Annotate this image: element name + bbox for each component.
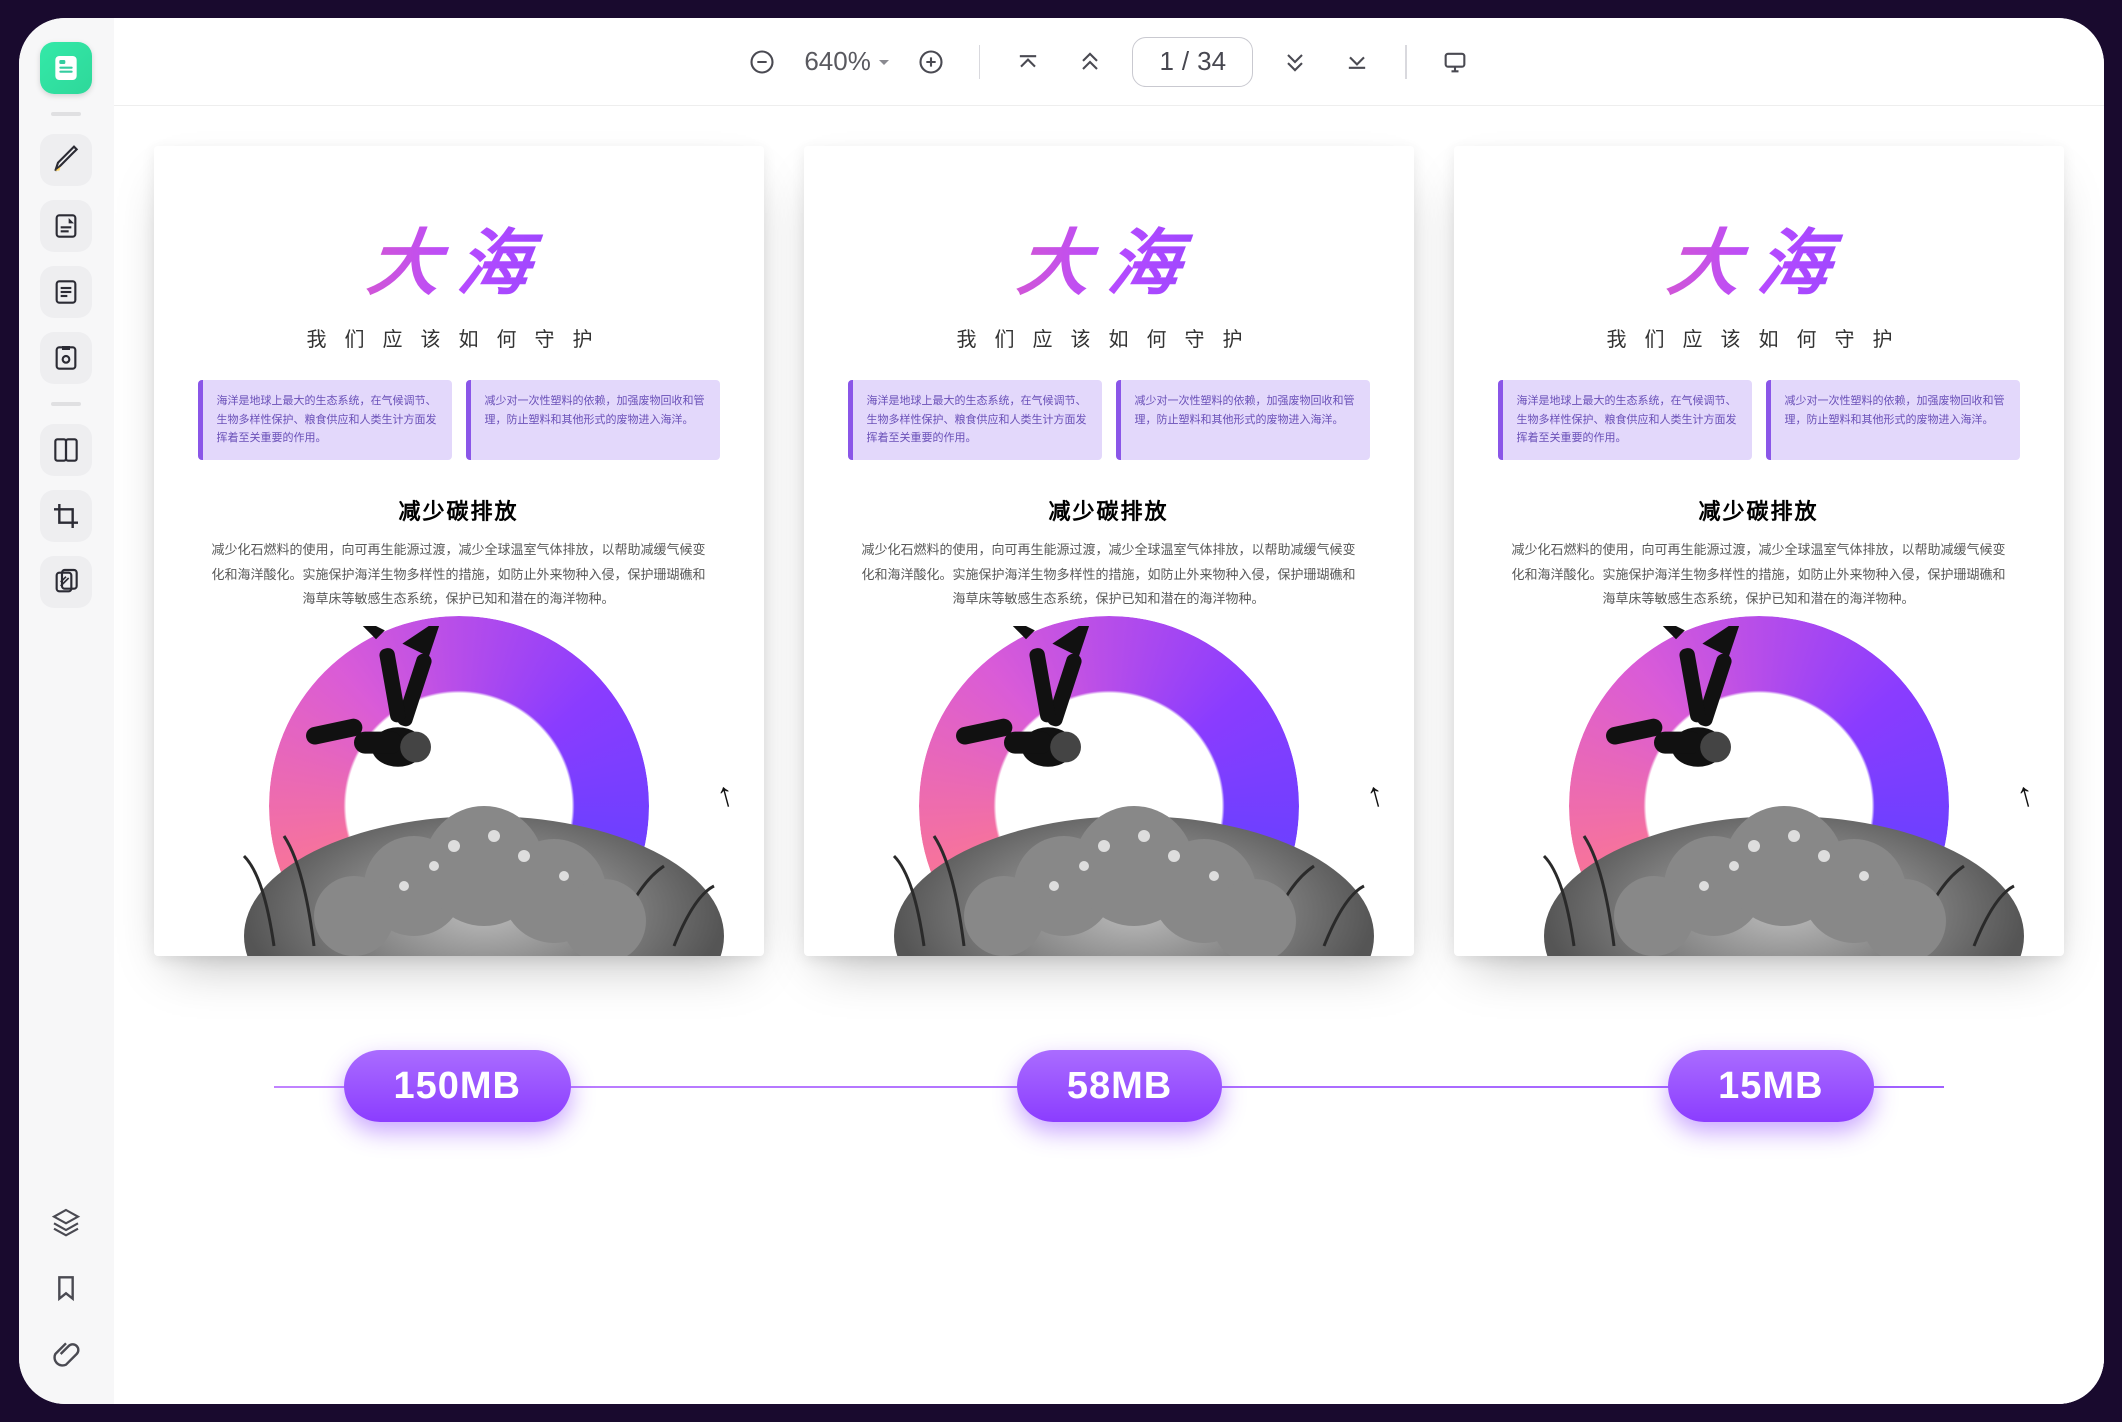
main-area: 640% 1 / 34 xyxy=(114,18,2104,1404)
doc-subtitle: 我们应该如何守护 xyxy=(198,323,720,352)
brand-logo[interactable] xyxy=(40,42,92,94)
document-preview-1[interactable]: 大海 我们应该如何守护 海洋是地球上最大的生态系统，在气候调节、生物多样性保护、… xyxy=(154,146,764,956)
sidebar-bookmark[interactable] xyxy=(40,1262,92,1314)
last-page-icon xyxy=(1343,48,1371,76)
zoom-level: 640% xyxy=(804,46,871,77)
compare-icon xyxy=(50,434,82,466)
zoom-out-icon xyxy=(748,48,776,76)
separator xyxy=(1405,45,1407,79)
book-icon xyxy=(50,52,82,84)
section-title: 减少碳排放 xyxy=(1498,494,2020,526)
crop-icon xyxy=(50,500,82,532)
info-box-left: 海洋是地球上最大的生态系统，在气候调节、生物多样性保护、粮食供应和人类生计方面发… xyxy=(198,380,452,460)
file-size-badge-2: 58MB xyxy=(1017,1050,1222,1122)
info-box-left: 海洋是地球上最大的生态系统，在气候调节、生物多样性保护、粮食供应和人类生计方面发… xyxy=(1498,380,1752,460)
section-title: 减少碳排放 xyxy=(198,494,720,526)
outline-icon xyxy=(50,276,82,308)
zoom-in-button[interactable] xyxy=(911,42,951,82)
last-page-button[interactable] xyxy=(1337,42,1377,82)
info-box-right: 减少对一次性塑料的依赖，加强废物回收和管理，防止塑料和其他形式的废物进入海洋。 xyxy=(1116,380,1370,460)
zoom-in-icon xyxy=(917,48,945,76)
fill-form-icon xyxy=(50,342,82,374)
hero-image: ↑ xyxy=(154,576,764,956)
sidebar-compare[interactable] xyxy=(40,424,92,476)
prev-page-icon xyxy=(1076,48,1104,76)
sidebar-fill-form[interactable] xyxy=(40,332,92,384)
info-box-left: 海洋是地球上最大的生态系统，在气候调节、生物多样性保护、粮食供应和人类生计方面发… xyxy=(848,380,1102,460)
doc-subtitle: 我们应该如何守护 xyxy=(848,323,1370,352)
first-page-icon xyxy=(1014,48,1042,76)
present-icon xyxy=(1441,48,1469,76)
bookmark-icon xyxy=(50,1272,82,1304)
zoom-select[interactable]: 640% xyxy=(804,46,889,77)
doc-title: 大海 xyxy=(192,204,725,309)
file-size-badge-3: 15MB xyxy=(1668,1050,1873,1122)
zoom-out-button[interactable] xyxy=(742,42,782,82)
sidebar-crop[interactable] xyxy=(40,490,92,542)
hero-image: ↑ xyxy=(1454,576,2064,956)
document-preview-3[interactable]: 大海 我们应该如何守护 海洋是地球上最大的生态系统，在气候调节、生物多样性保护、… xyxy=(1454,146,2064,956)
sidebar-layers[interactable] xyxy=(40,1196,92,1248)
info-box-right: 减少对一次性塑料的依赖，加强废物回收和管理，防止塑料和其他形式的废物进入海洋。 xyxy=(466,380,720,460)
sidebar-attach[interactable] xyxy=(40,1328,92,1380)
hero-image: ↑ xyxy=(804,576,1414,956)
toolbar: 640% 1 / 34 xyxy=(114,18,2104,106)
sidebar-duplicate[interactable] xyxy=(40,556,92,608)
canvas[interactable]: 大海 我们应该如何守护 海洋是地球上最大的生态系统，在气候调节、生物多样性保护、… xyxy=(114,106,2104,1404)
first-page-button[interactable] xyxy=(1008,42,1048,82)
separator xyxy=(979,45,981,79)
file-size-badge-1: 150MB xyxy=(344,1050,572,1122)
doc-title: 大海 xyxy=(1492,204,2025,309)
coral-illustration xyxy=(154,736,764,956)
paperclip-icon xyxy=(50,1338,82,1370)
section-title: 减少碳排放 xyxy=(848,494,1370,526)
sidebar-typewriter[interactable] xyxy=(40,200,92,252)
layers-icon xyxy=(50,1206,82,1238)
doc-title: 大海 xyxy=(842,204,1375,309)
coral-illustration xyxy=(1454,736,2064,956)
separator xyxy=(51,402,81,406)
page-current: 1 xyxy=(1159,46,1173,77)
separator xyxy=(51,112,81,116)
page-sep: / xyxy=(1182,46,1189,77)
chevron-down-icon xyxy=(879,60,889,70)
highlighter-icon xyxy=(50,144,82,176)
present-button[interactable] xyxy=(1435,42,1475,82)
page-total: 34 xyxy=(1197,46,1226,77)
coral-illustration xyxy=(804,736,1414,956)
info-box-right: 减少对一次性塑料的依赖，加强废物回收和管理，防止塑料和其他形式的废物进入海洋。 xyxy=(1766,380,2020,460)
duplicate-icon xyxy=(50,566,82,598)
doc-subtitle: 我们应该如何守护 xyxy=(1498,323,2020,352)
next-page-icon xyxy=(1281,48,1309,76)
next-page-button[interactable] xyxy=(1275,42,1315,82)
document-preview-2[interactable]: 大海 我们应该如何守护 海洋是地球上最大的生态系统，在气候调节、生物多样性保护、… xyxy=(804,146,1414,956)
typewriter-icon xyxy=(50,210,82,242)
page-indicator[interactable]: 1 / 34 xyxy=(1132,37,1253,87)
file-size-row: 150MB 58MB 15MB xyxy=(154,1046,2064,1126)
sidebar-highlighter[interactable] xyxy=(40,134,92,186)
prev-page-button[interactable] xyxy=(1070,42,1110,82)
sidebar xyxy=(19,18,114,1404)
sidebar-outline[interactable] xyxy=(40,266,92,318)
app-window: 640% 1 / 34 xyxy=(19,18,2104,1404)
document-row: 大海 我们应该如何守护 海洋是地球上最大的生态系统，在气候调节、生物多样性保护、… xyxy=(154,146,2064,956)
